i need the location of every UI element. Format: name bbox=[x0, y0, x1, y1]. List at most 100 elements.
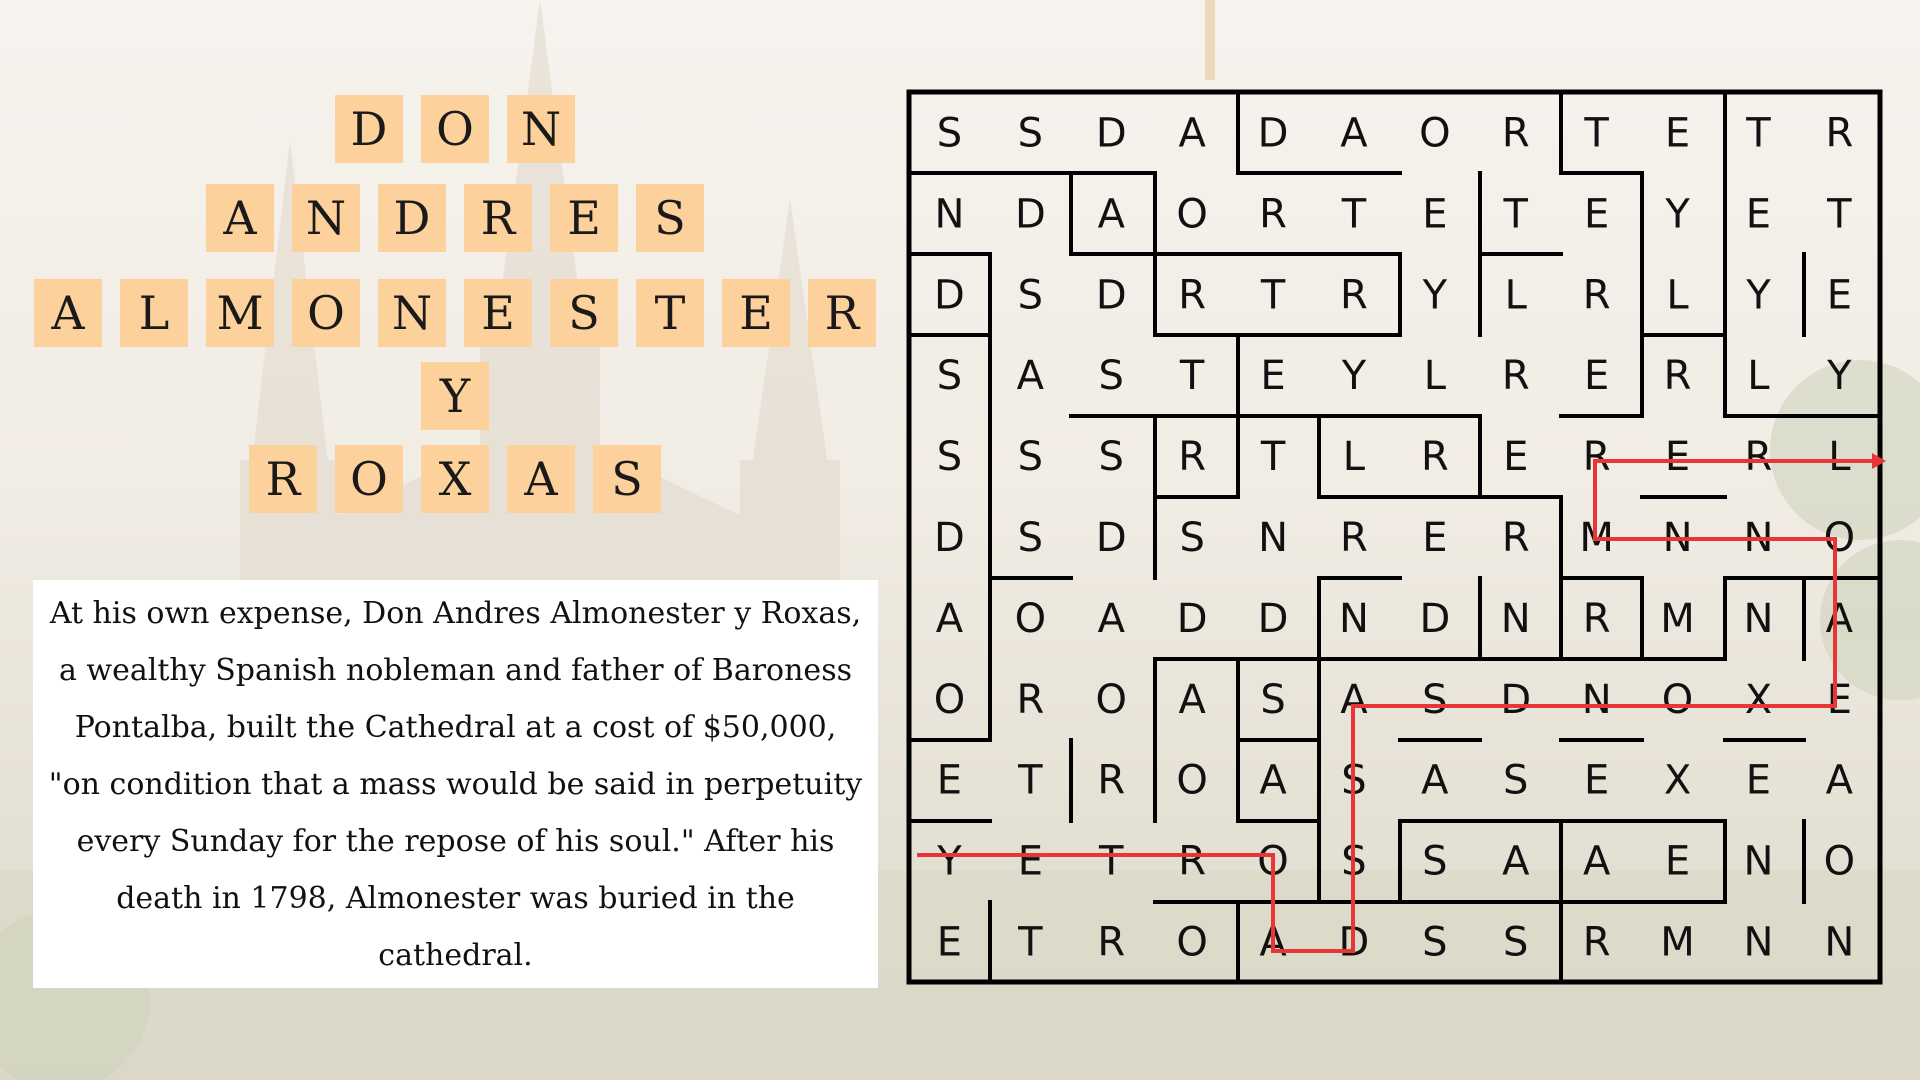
maze-letter: T bbox=[1179, 353, 1205, 399]
maze-letter: E bbox=[1260, 353, 1285, 399]
maze-letter: L bbox=[1747, 353, 1770, 399]
maze-letter: N bbox=[1743, 839, 1773, 885]
maze-letter: D bbox=[934, 515, 965, 561]
maze-letter: R bbox=[1340, 515, 1368, 561]
maze-letter: S bbox=[937, 434, 962, 480]
maze-letter: D bbox=[1096, 110, 1127, 156]
maze-letter: D bbox=[1096, 515, 1127, 561]
maze-letter: R bbox=[1178, 272, 1206, 318]
maze-letter: R bbox=[1583, 919, 1611, 965]
maze-letter: R bbox=[1259, 191, 1287, 237]
maze-letter: D bbox=[1015, 191, 1046, 237]
maze-letter: X bbox=[1664, 758, 1691, 804]
maze-letter: R bbox=[1421, 434, 1449, 480]
maze-letter: R bbox=[1745, 434, 1773, 480]
maze-letter: E bbox=[1665, 110, 1690, 156]
maze-letter: E bbox=[1746, 191, 1771, 237]
maze-letter: E bbox=[1422, 191, 1447, 237]
maze-letter: Y bbox=[1826, 353, 1852, 399]
maze-letter: R bbox=[1583, 272, 1611, 318]
maze-letter: S bbox=[1018, 272, 1043, 318]
maze-letter: Y bbox=[1341, 353, 1367, 399]
maze-letter: E bbox=[1746, 758, 1771, 804]
maze-letter: N bbox=[1339, 596, 1369, 642]
maze-letter: O bbox=[1096, 677, 1127, 723]
maze-letter: D bbox=[1419, 596, 1450, 642]
maze-letter: T bbox=[1017, 919, 1043, 965]
maze-letter: R bbox=[1825, 110, 1853, 156]
maze-letter: E bbox=[1584, 353, 1609, 399]
maze-letter: E bbox=[1584, 758, 1609, 804]
maze-letter: O bbox=[1824, 839, 1855, 885]
maze-letter: Y bbox=[936, 839, 962, 885]
maze-letter: S bbox=[1099, 353, 1124, 399]
maze-letter: A bbox=[1178, 677, 1206, 723]
maze-letter: S bbox=[1099, 434, 1124, 480]
maze-letter: A bbox=[1421, 758, 1449, 804]
maze-letter: A bbox=[1826, 596, 1854, 642]
maze-letter: N bbox=[1501, 596, 1531, 642]
maze-letter: M bbox=[1660, 919, 1695, 965]
maze-letter: D bbox=[934, 272, 965, 318]
maze-letter: O bbox=[1662, 677, 1693, 723]
maze-letter: R bbox=[1502, 110, 1530, 156]
maze-letter: L bbox=[1666, 272, 1689, 318]
maze-letter: X bbox=[1745, 677, 1772, 723]
maze-letter: T bbox=[1098, 839, 1124, 885]
maze-letter: A bbox=[1340, 110, 1368, 156]
maze-letter: S bbox=[1503, 919, 1528, 965]
maze-letter: T bbox=[1341, 191, 1367, 237]
maze-letter: T bbox=[1260, 434, 1286, 480]
maze-letter: S bbox=[1018, 434, 1043, 480]
maze-letter: N bbox=[1743, 596, 1773, 642]
maze-letter: Y bbox=[1422, 272, 1448, 318]
maze-letter: O bbox=[1176, 919, 1207, 965]
maze-letter: T bbox=[1503, 191, 1529, 237]
maze-letter: S bbox=[1018, 110, 1043, 156]
maze-letter: T bbox=[1017, 758, 1043, 804]
maze-letter: A bbox=[1098, 191, 1126, 237]
maze-letter: L bbox=[1828, 434, 1851, 480]
maze-letter: O bbox=[1176, 191, 1207, 237]
maze-letter: D bbox=[1258, 110, 1289, 156]
maze-letter: N bbox=[1824, 919, 1854, 965]
maze-letter: D bbox=[1096, 272, 1127, 318]
maze-letter: L bbox=[1505, 272, 1528, 318]
maze-letter: S bbox=[1503, 758, 1528, 804]
maze-letter: D bbox=[1177, 596, 1208, 642]
maze-letter: R bbox=[1178, 839, 1206, 885]
maze-letter: N bbox=[1258, 515, 1288, 561]
maze-letter: A bbox=[1259, 758, 1287, 804]
maze-letter: E bbox=[1665, 839, 1690, 885]
maze-letter: L bbox=[1343, 434, 1366, 480]
maze-letter: R bbox=[1502, 515, 1530, 561]
maze-letter: Y bbox=[1664, 191, 1690, 237]
maze-letter: A bbox=[1583, 839, 1611, 885]
maze-letter: M bbox=[1660, 596, 1695, 642]
maze-letter: R bbox=[1016, 677, 1044, 723]
maze-letter: S bbox=[1260, 677, 1285, 723]
maze-letter: S bbox=[937, 353, 962, 399]
maze-letter: D bbox=[1258, 596, 1289, 642]
maze-letter: R bbox=[1178, 434, 1206, 480]
maze-letter: S bbox=[937, 110, 962, 156]
maze-letter: E bbox=[1827, 677, 1852, 723]
maze-letter: E bbox=[1422, 515, 1447, 561]
maze-letter: A bbox=[1826, 758, 1854, 804]
maze-letter: S bbox=[1422, 839, 1447, 885]
maze-letter: S bbox=[1018, 515, 1043, 561]
maze-letter: O bbox=[1015, 596, 1046, 642]
maze-letter: R bbox=[1340, 272, 1368, 318]
maze-letter: A bbox=[936, 596, 964, 642]
maze-letter: E bbox=[1827, 272, 1852, 318]
maze-letter: S bbox=[1179, 515, 1204, 561]
maze-letter: Y bbox=[1745, 272, 1771, 318]
maze-letter: S bbox=[1422, 919, 1447, 965]
maze-letter: N bbox=[1582, 677, 1612, 723]
maze-letter: R bbox=[1097, 919, 1125, 965]
maze-letter: O bbox=[934, 677, 965, 723]
maze-letter: T bbox=[1583, 110, 1609, 156]
maze-letter: A bbox=[1017, 353, 1045, 399]
maze-letter: E bbox=[1665, 434, 1690, 480]
maze-letter: E bbox=[1503, 434, 1528, 480]
